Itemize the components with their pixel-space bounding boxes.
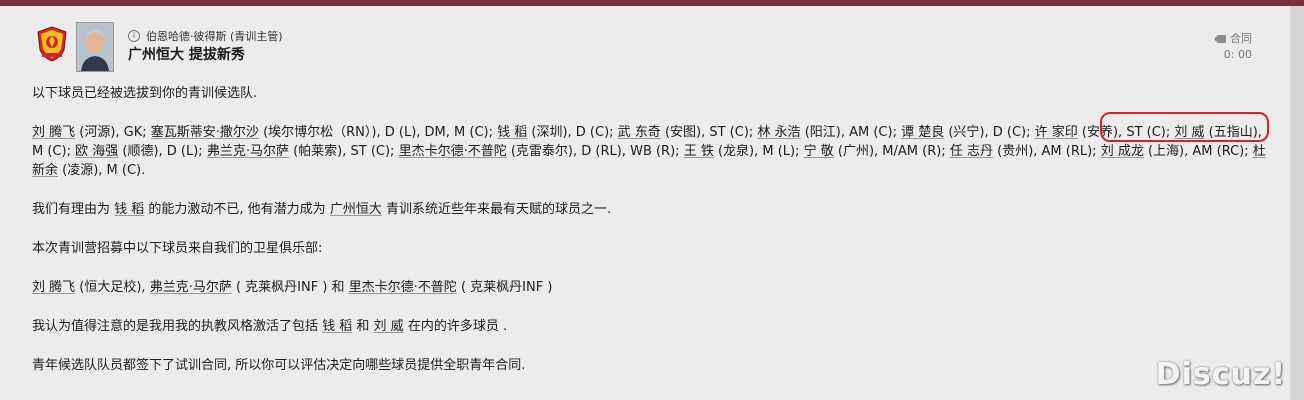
text-fragment: (恒大足校), [75,280,150,295]
player-link[interactable]: 钱 稻 [322,319,352,334]
player-info: (河源), GK; [75,125,151,140]
text-fragment: 在内的许多球员 . [403,319,508,334]
player-info: (安图), ST (C); [660,125,758,140]
player-link[interactable]: 里杰卡尔德·不普陀 [349,280,457,295]
staff-avatar[interactable] [76,22,114,72]
affiliate-intro: 本次青训营招募中以下球员来自我们的卫星俱乐部: [32,241,323,256]
player-link[interactable]: 刘 成龙 [1101,144,1144,159]
text-fragment: ( 克莱枫丹INF ) [456,280,553,295]
message-subject: 广州恒大 提拔新秀 [128,47,245,63]
player-info: (帕莱索), ST (C); [288,144,399,159]
player-info: (顺德), D (L); [118,144,207,159]
staff-photo [77,23,113,71]
player-link[interactable]: 武 东奇 [618,125,661,140]
message-meta: 合同 0: 00 [1214,31,1252,63]
forum-watermark: Discuz! [1155,357,1286,392]
contract-tag[interactable]: 合同 [1214,31,1252,47]
coaching-style-text: 我认为值得注意的是我用我的执教风格激活了包括 钱 稻 和 刘 威 在内的许多球员… [32,317,1272,336]
text-fragment: 我们有理由为 [32,202,115,217]
potential-text: 我们有理由为 钱 稻 的能力激动不已, 他有潜力成为 广州恒大 青训系统近些年来… [32,200,1272,219]
player-info: (广州), M/AM (R); [833,144,950,159]
player-link[interactable]: 林 永浩 [757,125,800,140]
player-link[interactable]: 里杰卡尔德·不普陀 [399,144,507,159]
player-link[interactable]: 任 志丹 [950,144,993,159]
player-info: (贵州), AM (RL); [992,144,1101,159]
text-fragment: 的能力激动不已, 他有潜力成为 [144,202,330,217]
text-fragment: 和 [352,319,374,334]
player-link[interactable]: 塞瓦斯蒂安·撒尔沙 [151,125,259,140]
player-info: (深圳), D (C); [527,125,618,140]
player-info: (凌源), M (C). [58,163,146,178]
sender-line: i 伯恩哈德·彼得斯 (青训主管) [128,28,283,44]
message-body: 以下球员已经被选拔到你的青训候选队. 刘 腾飞 (河源), GK; 塞瓦斯蒂安·… [32,84,1272,395]
affiliate-players: 刘 腾飞 (恒大足校), 弗兰克·马尔萨 ( 克莱枫丹INF ) 和 里杰卡尔德… [32,278,1272,297]
tag-icon [1214,35,1226,43]
player-link[interactable]: 欧 海强 [75,144,118,159]
player-link[interactable]: 弗兰克·马尔萨 [207,144,289,159]
player-info: (上海), AM (RC); [1143,144,1253,159]
player-list: 刘 腾飞 (河源), GK; 塞瓦斯蒂安·撒尔沙 (埃尔博尔松（RN）), D … [32,123,1272,180]
player-link[interactable]: 谭 楚良 [901,125,944,140]
player-info: (兴宁), D (C); [944,125,1035,140]
tag-label: 合同 [1230,32,1252,45]
player-link[interactable]: 宁 敬 [804,144,834,159]
intro-text: 以下球员已经被选拔到你的青训候选队. [32,86,258,101]
player-link[interactable]: 刘 威 [1174,125,1204,140]
info-icon[interactable]: i [128,30,140,42]
player-link[interactable]: 弗兰克·马尔萨 [150,280,232,295]
player-info: (安养), ST (C); [1077,125,1175,140]
player-info: (埃尔博尔松（RN）), D (L), DM, M (C); [258,125,498,140]
club-link[interactable]: 广州恒大 [330,202,382,217]
text-fragment: ( 克莱枫丹INF ) 和 [231,280,349,295]
player-info: (阳江), AM (C); [800,125,902,140]
text-fragment: 青训系统近些年来最有天赋的球员之一. [381,202,612,217]
player-info: (克雷泰尔), D (RL), WB (R); [506,144,684,159]
club-crest-logo [37,26,67,62]
player-link[interactable]: 钱 稻 [497,125,527,140]
player-info: (龙泉), M (L); [713,144,804,159]
player-link[interactable]: 刘 腾飞 [32,125,75,140]
message-time: 0: 00 [1223,48,1252,61]
message-header: i 伯恩哈德·彼得斯 (青训主管) 广州恒大 提拔新秀 合同 0: 00 [0,6,1290,72]
player-link[interactable]: 刘 威 [374,319,404,334]
text-fragment: 我认为值得注意的是我用我的执教风格激活了包括 [32,319,323,334]
sender-name[interactable]: 伯恩哈德·彼得斯 (青训主管) [146,28,283,44]
player-link[interactable]: 刘 腾飞 [32,280,75,295]
player-link[interactable]: 许 家印 [1035,125,1078,140]
player-link[interactable]: 钱 稻 [114,202,144,217]
player-link[interactable]: 王 铁 [684,144,714,159]
scrollbar-track[interactable] [1290,6,1304,400]
closing-text: 青年候选队队员都签下了试训合同, 所以你可以评估决定向哪些球员提供全职青年合同. [32,358,526,373]
